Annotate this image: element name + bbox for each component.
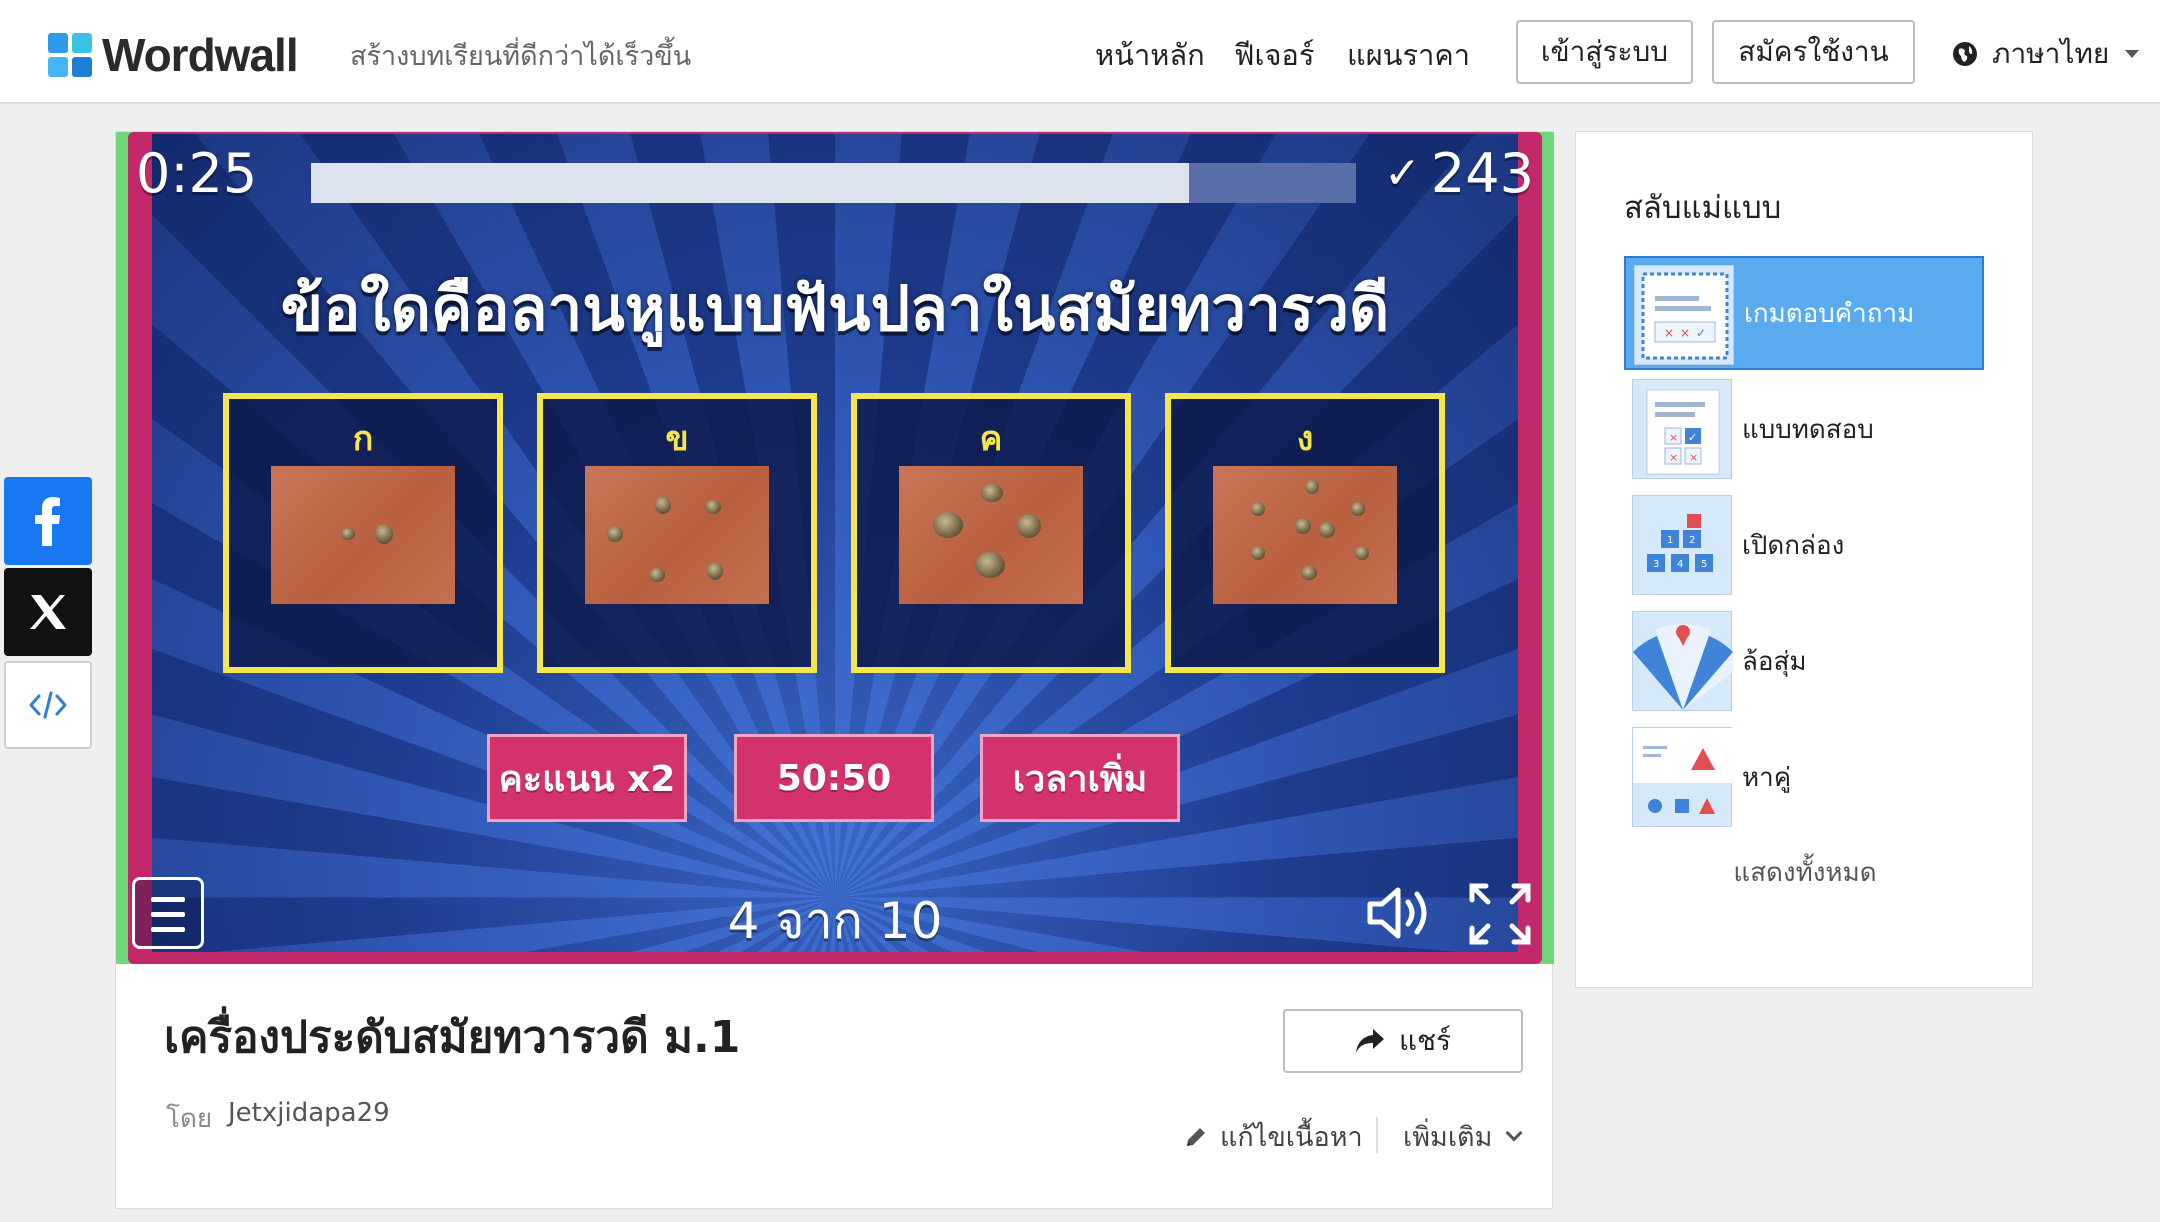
template-open-box[interactable]: 1 2 3 4 5 เปิดกล่อง <box>1624 488 1984 602</box>
pencil-icon <box>1187 1127 1205 1146</box>
template-label: เปิดกล่อง <box>1742 530 1845 561</box>
svg-text:5: 5 <box>1701 559 1707 570</box>
login-button[interactable]: เข้าสู่ระบบ <box>1516 20 1693 84</box>
svg-text:1: 1 <box>1667 535 1673 546</box>
signup-button[interactable]: สมัครใช้งาน <box>1712 20 1915 84</box>
svg-text:×: × <box>1669 451 1678 464</box>
svg-text:✓: ✓ <box>1696 326 1706 340</box>
template-quiz[interactable]: × ✓ × × แบบทดสอบ <box>1624 372 1984 486</box>
quiz-thumb: × ✓ × × <box>1632 379 1732 479</box>
caret-down-icon <box>2125 50 2140 58</box>
by-label: โดย <box>166 1104 213 1134</box>
template-label: เกมตอบคำถาม <box>1744 298 1915 329</box>
answer-image <box>585 466 769 604</box>
embed-button[interactable] <box>4 661 92 749</box>
language-label: ภาษาไทย <box>1992 37 2110 70</box>
template-match-up[interactable]: หาคู่ <box>1624 720 1984 834</box>
chevron-down-icon <box>1505 1124 1523 1141</box>
checkmark-icon: ✓ <box>1384 148 1421 199</box>
x-icon <box>30 595 66 629</box>
answer-option-c[interactable]: ค <box>851 393 1131 673</box>
nav-pricing[interactable]: แผนราคา <box>1347 32 1470 78</box>
activity-card: 0:25 ✓ 243 ข้อใดคือลานหูแบบฟันปลาในสมัยท… <box>115 131 1554 1209</box>
edit-content-link[interactable]: แก้ไขเนื้อหา <box>1184 1115 1363 1158</box>
answer-letter: ก <box>352 419 374 459</box>
template-label: หาคู่ <box>1742 762 1792 793</box>
svg-text:✓: ✓ <box>1688 431 1697 444</box>
template-random-wheel[interactable]: ล้อสุ่ม <box>1624 604 1984 718</box>
globe-icon <box>1953 42 1977 66</box>
wordwall-logo-icon <box>48 33 92 77</box>
answer-image <box>1213 466 1397 604</box>
fifty-fifty-button[interactable]: 50:50 <box>734 734 934 822</box>
svg-text:2: 2 <box>1689 535 1695 546</box>
share-facebook-button[interactable] <box>4 477 92 565</box>
show-all-templates-link[interactable]: แสดงทั้งหมด <box>1576 852 2034 893</box>
answer-option-a[interactable]: ก <box>223 393 503 673</box>
nav-home[interactable]: หน้าหลัก <box>1095 32 1205 78</box>
edit-label: แก้ไขเนื้อหา <box>1220 1122 1363 1153</box>
random-wheel-thumb <box>1632 611 1733 711</box>
language-selector[interactable]: ภาษาไทย <box>1952 32 2140 76</box>
svg-text:4: 4 <box>1677 559 1683 570</box>
more-label: เพิ่มเติม <box>1403 1122 1493 1153</box>
template-label: แบบทดสอบ <box>1742 414 1874 445</box>
match-up-thumb <box>1632 727 1733 827</box>
activity-title: เครื่องประดับสมัยทวารวดี ม.1 <box>164 1012 741 1063</box>
svg-text:×: × <box>1664 326 1674 340</box>
quiz-game-thumb: × × ✓ <box>1634 265 1734 365</box>
svg-text:×: × <box>1669 431 1678 444</box>
answer-letter: ค <box>979 419 1003 459</box>
answer-letter: ข <box>665 419 689 459</box>
more-dropdown[interactable]: เพิ่มเติม <box>1403 1115 1523 1158</box>
share-x-button[interactable] <box>4 568 92 656</box>
question-counter: 4 จาก 10 <box>727 892 943 950</box>
question-text: ข้อใดคือลานหูแบบฟันปลาในสมัยทวารวดี <box>280 272 1390 345</box>
tagline: สร้างบทเรียนที่ดีกว่าได้เร็วขึ้น <box>350 41 692 72</box>
share-label: แชร์ <box>1398 1024 1452 1057</box>
svg-text:3: 3 <box>1653 559 1659 570</box>
answer-image <box>271 466 455 604</box>
answer-image <box>899 466 1083 604</box>
score-value: 243 <box>1430 142 1534 205</box>
time-progress-fill <box>311 163 1189 203</box>
game-area[interactable]: 0:25 ✓ 243 ข้อใดคือลานหูแบบฟันปลาในสมัยท… <box>116 132 1554 964</box>
answer-letter: ง <box>1296 419 1314 459</box>
double-score-button[interactable]: คะแนน x2 <box>487 734 687 822</box>
wordwall-logo[interactable]: Wordwall <box>48 28 299 82</box>
template-label: ล้อสุ่ม <box>1742 646 1807 677</box>
author-link[interactable]: Jetxjidapa29 <box>228 1098 390 1128</box>
open-box-thumb: 1 2 3 4 5 <box>1632 495 1732 595</box>
score: ✓ 243 <box>1384 142 1534 205</box>
embed-code-icon <box>29 691 67 719</box>
switch-template-panel: สลับแม่แบบ × × ✓ เกมตอบคำถาม × ✓ × × แบบทดสอ… <box>1575 131 2033 988</box>
share-button[interactable]: แชร์ <box>1283 1009 1523 1073</box>
timer: 0:25 <box>136 142 258 205</box>
logo-text: Wordwall <box>102 29 299 81</box>
sound-icon[interactable] <box>1364 884 1430 942</box>
extra-time-button[interactable]: เวลาเพิ่ม <box>980 734 1180 822</box>
svg-text:×: × <box>1689 451 1698 464</box>
answer-option-b[interactable]: ข <box>537 393 817 673</box>
fullscreen-icon[interactable] <box>1468 882 1532 946</box>
share-arrow-icon <box>1355 1029 1384 1053</box>
answer-option-d[interactable]: ง <box>1165 393 1445 673</box>
time-progress-bar <box>311 163 1356 203</box>
svg-text:×: × <box>1680 326 1690 340</box>
template-quiz-game[interactable]: × × ✓ เกมตอบคำถาม <box>1624 256 1984 370</box>
divider <box>1376 1117 1378 1153</box>
facebook-icon <box>35 497 60 546</box>
nav-features[interactable]: ฟีเจอร์ <box>1234 32 1314 78</box>
switch-template-title: สลับแม่แบบ <box>1624 190 1782 226</box>
top-navigation-bar: Wordwall สร้างบทเรียนที่ดีกว่าได้เร็วขึ้… <box>0 0 2160 104</box>
